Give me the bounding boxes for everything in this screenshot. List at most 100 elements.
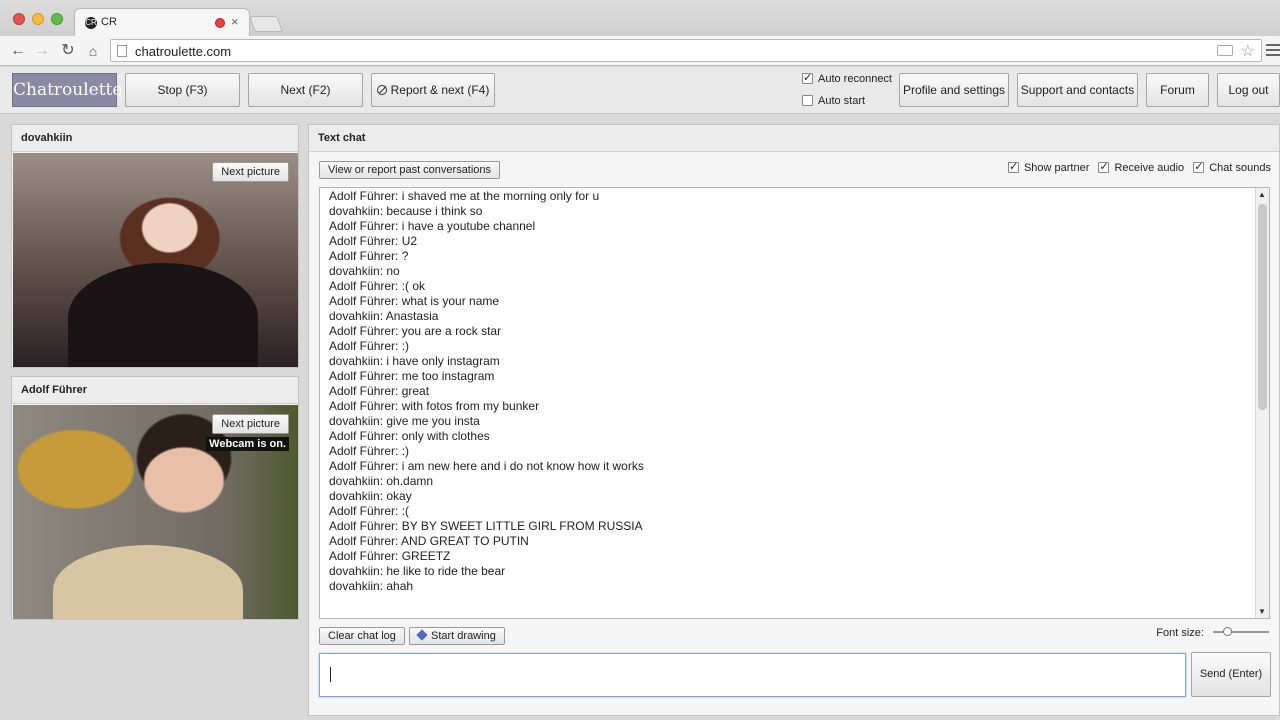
browser-menu-icon[interactable] — [1266, 44, 1280, 59]
font-size-label: Font size: — [1156, 627, 1204, 639]
chat-message: Adolf Führer: U2 — [329, 234, 418, 248]
chat-message: Adolf Führer: only with clothes — [329, 429, 490, 443]
chat-message: dovahkiin: because i think so — [329, 204, 483, 218]
show-partner-checkbox[interactable]: Show partner — [1007, 160, 1090, 174]
back-arrow-icon[interactable]: ← — [8, 41, 28, 61]
favicon-icon: CR — [85, 17, 97, 29]
show-partner-label: Show partner — [1023, 162, 1090, 174]
auto-reconnect-label: Auto reconnect — [818, 73, 892, 85]
forum-button[interactable]: Forum — [1146, 73, 1209, 107]
auto-start-checkbox[interactable]: Auto start — [802, 95, 865, 107]
receive-audio-label: Receive audio — [1114, 162, 1185, 174]
home-icon[interactable]: ⌂ — [83, 41, 103, 61]
font-size-slider[interactable] — [1213, 627, 1269, 636]
chat-message: dovahkiin: Anastasia — [329, 309, 439, 323]
chat-message: Adolf Führer: i have a youtube channel — [329, 219, 536, 233]
chat-message: dovahkiin: i have only instagram — [329, 354, 500, 368]
support-contacts-button[interactable]: Support and contacts — [1017, 73, 1138, 107]
site-header: Chatroulette Stop (F3) Next (F2) Report … — [0, 67, 1280, 114]
chat-title: Text chat — [309, 125, 1279, 152]
slider-handle[interactable] — [1223, 627, 1232, 636]
chat-message: Adolf Führer: AND GREAT TO PUTIN — [329, 534, 529, 548]
webcam-status-label: Webcam is on. — [206, 437, 289, 451]
chat-message: Adolf Führer: i am new here and i do not… — [329, 459, 644, 473]
browser-tab-bar: CR CR × — [0, 0, 1280, 36]
scrollbar-thumb[interactable] — [1258, 204, 1267, 410]
browser-tab[interactable]: CR CR × — [74, 8, 250, 36]
chat-message: dovahkiin: ahah — [329, 579, 414, 593]
logout-button[interactable]: Log out — [1217, 73, 1280, 107]
chat-message-input[interactable] — [319, 653, 1186, 697]
receive-audio-checkbox[interactable]: Receive audio — [1098, 160, 1185, 174]
self-video-panel: dovahkiin Next picture — [11, 124, 299, 368]
auto-start-label: Auto start — [818, 95, 866, 107]
chat-message: Adolf Führer: great — [329, 384, 430, 398]
minimize-window-button[interactable] — [32, 13, 44, 25]
chat-message: Adolf Führer: ? — [329, 249, 409, 263]
chat-sounds-label: Chat sounds — [1209, 162, 1271, 174]
start-drawing-label: Start drawing — [431, 630, 496, 642]
chat-message: dovahkiin: he like to ride the bear — [329, 564, 506, 578]
partner-username: Adolf Führer — [12, 377, 298, 404]
chat-message: Adolf Führer: :) — [329, 339, 410, 353]
drawing-icon — [416, 629, 428, 641]
maximize-window-button[interactable] — [51, 13, 63, 25]
chat-message: Adolf Führer: :( ok — [329, 279, 426, 293]
chat-message: Adolf Führer: GREETZ — [329, 549, 451, 563]
new-tab-button[interactable] — [249, 16, 283, 32]
chat-message: Adolf Führer: i shaved me at the morning… — [329, 189, 600, 203]
checkbox-checked-icon — [1193, 160, 1205, 173]
chat-sounds-checkbox[interactable]: Chat sounds — [1193, 160, 1271, 174]
chat-messages: Adolf Führer: i shaved me at the morning… — [329, 189, 644, 594]
recording-icon — [215, 18, 225, 28]
url-text[interactable]: chatroulette.com — [135, 44, 231, 59]
profile-settings-button[interactable]: Profile and settings — [899, 73, 1009, 107]
checkbox-checked-icon — [1007, 160, 1019, 173]
close-window-button[interactable] — [13, 13, 25, 25]
page-icon — [117, 45, 127, 57]
text-chat-panel: Text chat View or report past conversati… — [308, 124, 1280, 716]
bookmark-star-icon[interactable]: ☆ — [1241, 41, 1255, 61]
address-bar[interactable]: chatroulette.com ☆ — [110, 39, 1262, 62]
font-size-control: Font size: — [1156, 627, 1269, 639]
auto-reconnect-checkbox[interactable]: Auto reconnect — [802, 71, 892, 85]
scroll-up-icon[interactable]: ▲ — [1258, 190, 1266, 199]
tab-close-icon[interactable]: × — [231, 14, 239, 29]
reload-icon[interactable]: ↻ — [58, 41, 78, 61]
partner-webcam-video: Next picture Webcam is on. — [13, 405, 298, 619]
chat-message: Adolf Führer: BY BY SWEET LITTLE GIRL FR… — [329, 519, 643, 533]
chat-message: dovahkiin: no — [329, 264, 400, 278]
view-report-conversations-button[interactable]: View or report past conversations — [319, 161, 501, 179]
stop-button[interactable]: Stop (F3) — [125, 73, 240, 107]
forward-arrow-icon[interactable]: → — [32, 41, 52, 61]
chat-options: Show partner Receive audio Chat sounds — [1002, 160, 1271, 174]
clear-chat-log-button[interactable]: Clear chat log — [319, 627, 405, 645]
self-username: dovahkiin — [12, 125, 298, 152]
start-drawing-button[interactable]: Start drawing — [409, 627, 505, 645]
camera-icon[interactable] — [1217, 45, 1233, 56]
chat-message: Adolf Führer: with fotos from my bunker — [329, 399, 540, 413]
chat-message: dovahkiin: oh.damn — [329, 474, 434, 488]
logo[interactable]: Chatroulette — [12, 73, 122, 107]
chat-message: Adolf Führer: what is your name — [329, 294, 500, 308]
chat-message: Adolf Führer: you are a rock star — [329, 324, 502, 338]
chat-scrollbar[interactable]: ▲ ▼ — [1255, 188, 1269, 618]
partner-video-panel: Adolf Führer Next picture Webcam is on. — [11, 376, 299, 620]
scroll-down-icon[interactable]: ▼ — [1258, 607, 1266, 616]
self-webcam-video: Next picture — [13, 153, 298, 367]
chat-message: Adolf Führer: :( — [329, 504, 410, 518]
chat-message: Adolf Führer: :) — [329, 444, 410, 458]
chat-log[interactable]: Adolf Führer: i shaved me at the morning… — [319, 187, 1270, 619]
chat-message: dovahkiin: okay — [329, 489, 412, 503]
report-icon — [376, 85, 387, 95]
send-button[interactable]: Send (Enter) — [1191, 652, 1271, 697]
checkbox-checked-icon — [802, 71, 813, 84]
self-next-picture-button[interactable]: Next picture — [212, 162, 289, 182]
report-next-button[interactable]: Report & next (F4) — [371, 73, 495, 107]
partner-next-picture-button[interactable]: Next picture — [212, 414, 289, 434]
next-button[interactable]: Next (F2) — [248, 73, 363, 107]
browser-toolbar: ← → ↻ ⌂ chatroulette.com ☆ — [0, 36, 1280, 66]
checkbox-checked-icon — [1098, 160, 1110, 173]
tab-title: CR — [101, 16, 117, 28]
report-next-label: Report & next (F4) — [390, 83, 490, 97]
